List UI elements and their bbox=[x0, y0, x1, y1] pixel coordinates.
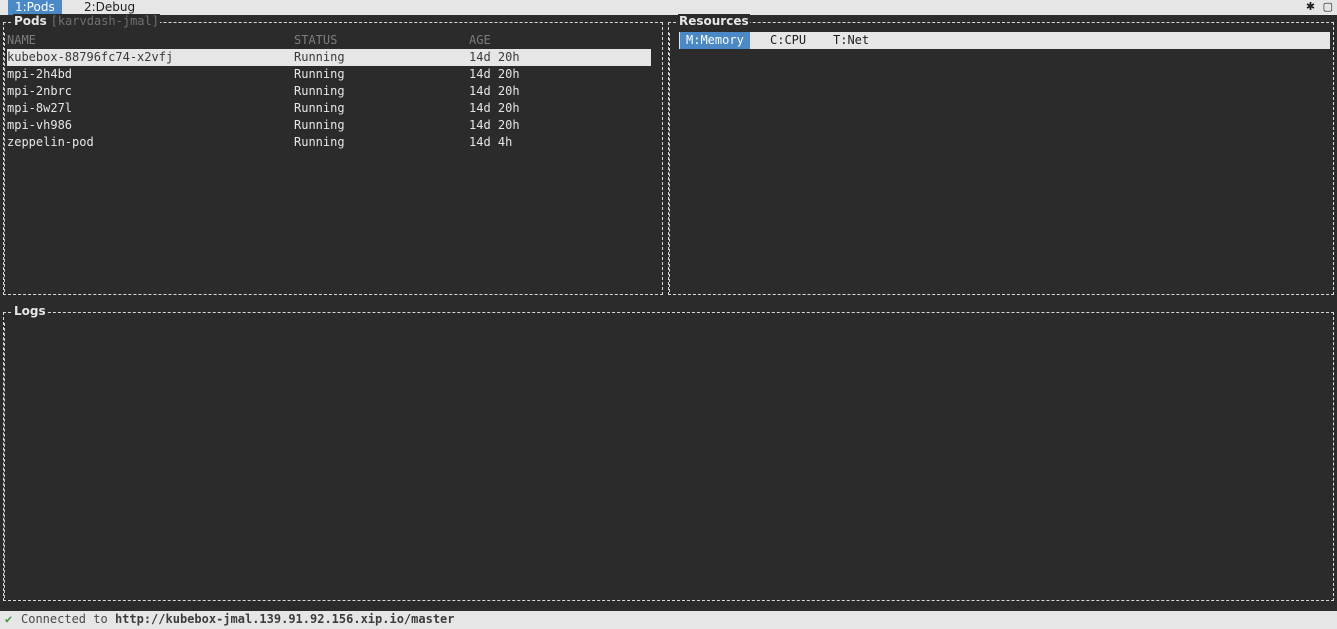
tab-cpu[interactable]: C:CPU bbox=[764, 32, 812, 49]
resources-tab-bar: M:Memory C:CPU T:Net bbox=[679, 32, 1330, 49]
status-message: Connected to http://kubebox-jmal.139.91.… bbox=[21, 611, 455, 628]
pod-name: zeppelin-pod bbox=[7, 135, 94, 149]
pod-status: Running bbox=[294, 101, 345, 115]
pod-age: 14d 20h bbox=[469, 67, 520, 81]
pod-name: mpi-vh986 bbox=[7, 118, 73, 132]
pod-status: Running bbox=[294, 84, 345, 98]
check-icon: ✔ bbox=[5, 612, 13, 626]
column-age: AGE bbox=[469, 33, 491, 47]
pod-age: 14d 20h bbox=[469, 84, 520, 98]
pod-name: mpi-8w27l bbox=[7, 101, 73, 115]
table-row[interactable]: mpi-2nbrc Running 14d 20h bbox=[7, 83, 652, 100]
pod-status: Running bbox=[294, 118, 345, 132]
tab-pods[interactable]: 1:Pods bbox=[8, 0, 62, 15]
pod-name: mpi-2h4bd bbox=[7, 67, 73, 81]
pod-status: Running bbox=[294, 135, 345, 149]
tab-memory[interactable]: M:Memory bbox=[680, 32, 750, 49]
pod-status: Running bbox=[294, 50, 345, 64]
logs-title: Logs bbox=[14, 304, 46, 318]
pod-name: mpi-2nbrc bbox=[7, 84, 73, 98]
table-row[interactable]: zeppelin-pod Running 14d 4h bbox=[7, 134, 652, 151]
cluster-url: http://kubebox-jmal.139.91.92.156.xip.io… bbox=[114, 612, 455, 626]
column-name: NAME bbox=[7, 33, 36, 47]
pod-age: 14d 20h bbox=[469, 118, 520, 132]
asterisk-icon[interactable]: ✱ bbox=[1306, 0, 1315, 13]
tab-bar: 1:Pods 2:Debug ✱ ▢ bbox=[0, 0, 1337, 15]
logs-panel-edge bbox=[4, 323, 5, 598]
pod-age: 14d 20h bbox=[469, 101, 520, 115]
terminal-window: 1:Pods 2:Debug ✱ ▢ Pods [karvdash-jmal] … bbox=[0, 0, 1337, 629]
logs-panel[interactable]: Logs bbox=[3, 304, 1334, 601]
pods-panel-edge bbox=[4, 33, 5, 292]
namespace-label: [karvdash-jmal] bbox=[50, 14, 159, 28]
pod-age: 14d 4h bbox=[469, 135, 513, 149]
pod-name: kubebox-88796fc74-x2vfj bbox=[7, 50, 174, 64]
resources-panel: Resources bbox=[668, 14, 1334, 295]
status-text: Connected to bbox=[21, 612, 108, 626]
resources-title: Resources bbox=[679, 14, 749, 28]
pod-status: Running bbox=[294, 67, 345, 81]
logs-panel-title: Logs bbox=[13, 304, 47, 318]
tab-net[interactable]: T:Net bbox=[827, 32, 875, 49]
status-bar: ✔ Connected to http://kubebox-jmal.139.9… bbox=[0, 611, 1337, 629]
table-row[interactable]: mpi-vh986 Running 14d 20h bbox=[7, 117, 652, 134]
tab-debug[interactable]: 2:Debug bbox=[77, 0, 142, 15]
table-header: NAME STATUS AGE bbox=[7, 32, 652, 49]
resources-panel-edge bbox=[669, 33, 670, 292]
resources-panel-title: Resources bbox=[678, 14, 750, 28]
table-row[interactable]: kubebox-88796fc74-x2vfj Running 14d 20h bbox=[7, 49, 651, 66]
pods-panel-title: Pods [karvdash-jmal] bbox=[13, 14, 160, 28]
table-row[interactable]: mpi-2h4bd Running 14d 20h bbox=[7, 66, 652, 83]
pod-age: 14d 20h bbox=[469, 50, 520, 64]
pods-title: Pods bbox=[14, 14, 47, 28]
column-status: STATUS bbox=[294, 33, 338, 47]
pods-table[interactable]: NAME STATUS AGE kubebox-88796fc74-x2vfj … bbox=[7, 32, 652, 151]
table-row[interactable]: mpi-8w27l Running 14d 20h bbox=[7, 100, 652, 117]
window-controls: ✱ ▢ bbox=[1302, 0, 1333, 15]
maximize-icon[interactable]: ▢ bbox=[1323, 0, 1333, 13]
